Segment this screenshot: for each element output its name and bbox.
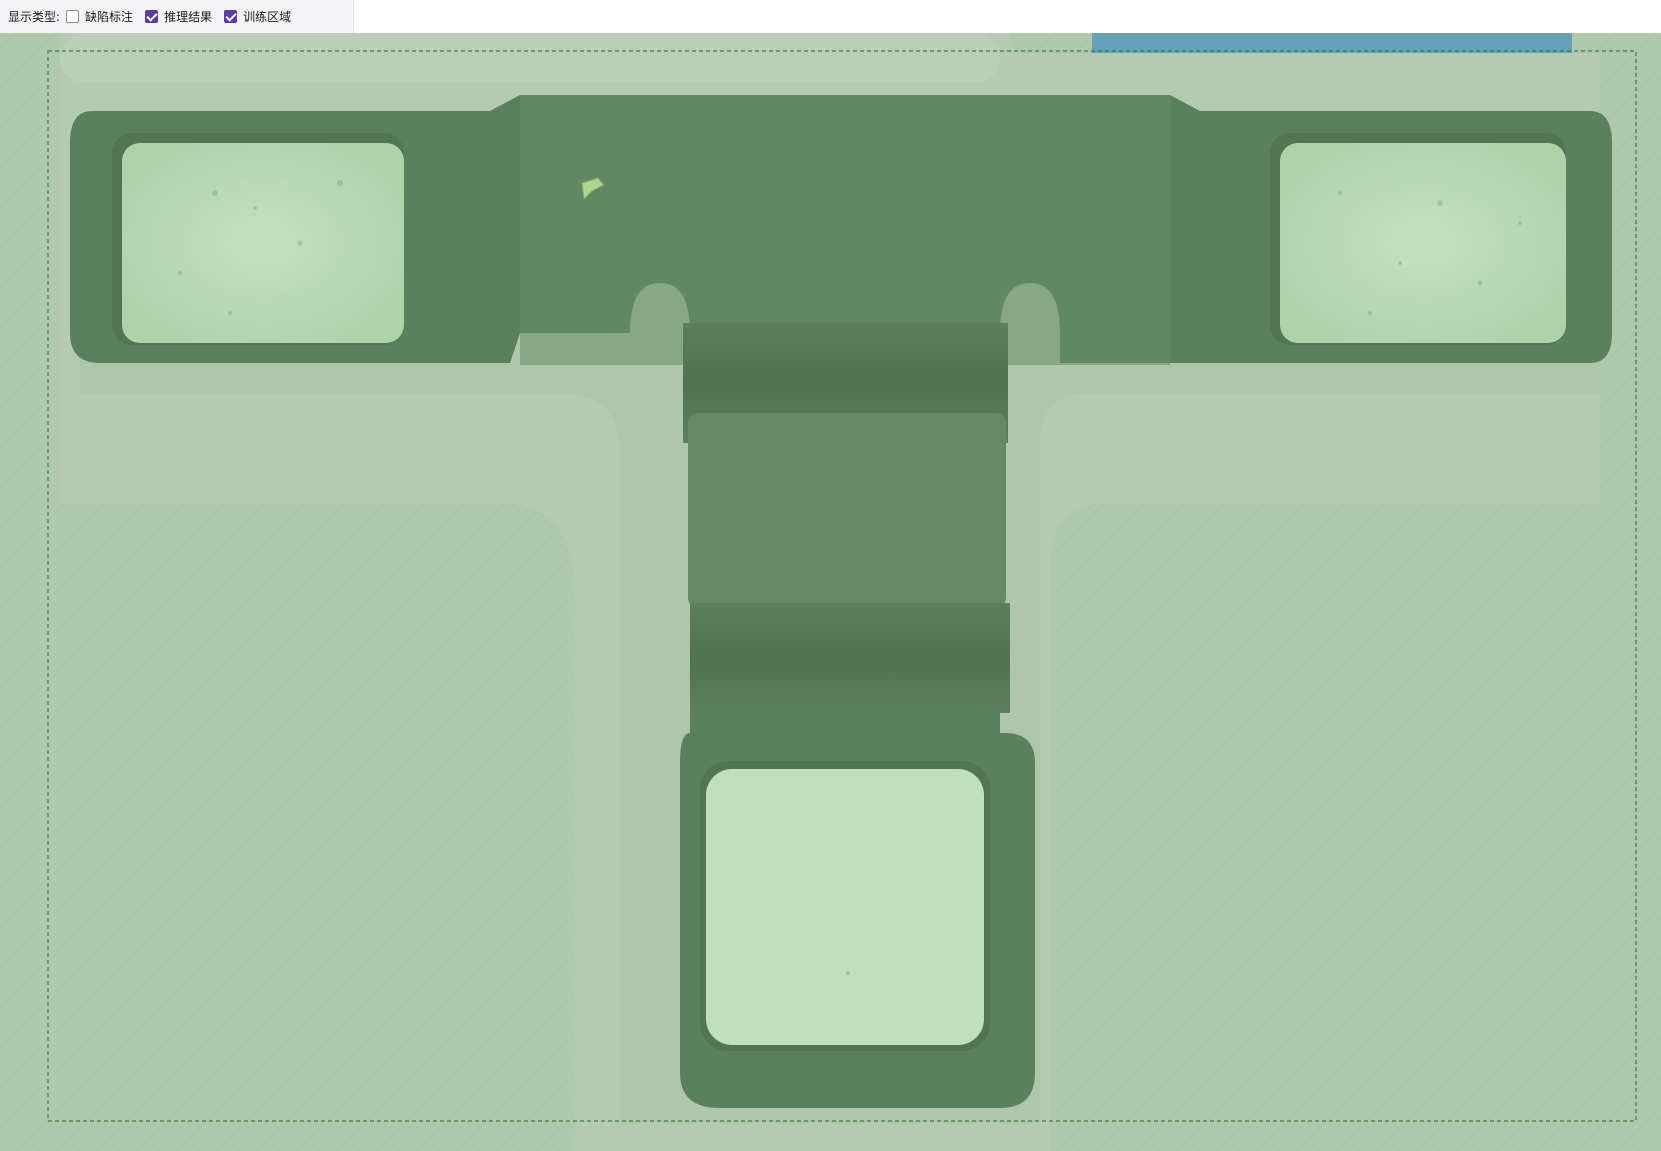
defect-annotation-option[interactable]: 缺陷标注 (66, 8, 133, 25)
inference-result-checkbox[interactable] (145, 10, 159, 23)
training-region-checkbox[interactable] (224, 10, 238, 23)
toolbar: 显示类型: 缺陷标注 推理结果 训练区域 (0, 0, 1661, 34)
display-type-label: 显示类型: (8, 10, 61, 24)
display-type-panel: 显示类型: 缺陷标注 推理结果 训练区域 (0, 0, 354, 33)
image-viewer[interactable] (0, 33, 1661, 1151)
defect-annotation-checkbox[interactable] (66, 10, 80, 23)
training-region-option[interactable]: 训练区域 (224, 8, 291, 25)
defect-annotation-label: 缺陷标注 (85, 10, 134, 24)
inference-result-option[interactable]: 推理结果 (145, 8, 212, 25)
inference-result-label: 推理结果 (164, 10, 213, 24)
inference-overlay (0, 33, 1661, 1151)
training-region-label: 训练区域 (243, 10, 292, 24)
inspection-image (0, 33, 1661, 1151)
